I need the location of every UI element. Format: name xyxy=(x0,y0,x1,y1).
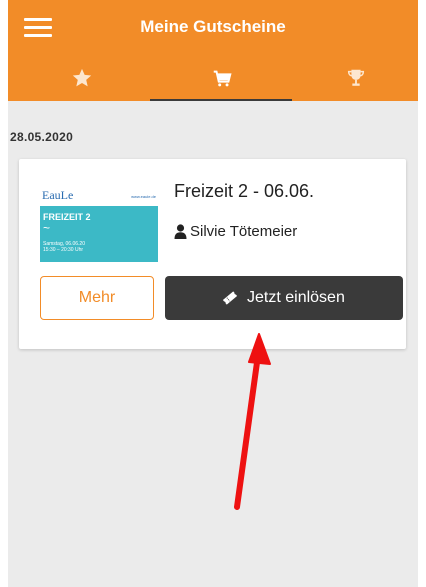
thumbnail-panel: FREIZEIT 2 ~ Samstag, 06.06.20 15:30 – 2… xyxy=(40,206,158,262)
thumbnail-wave: ~ xyxy=(43,221,51,235)
redeem-now-label: Jetzt einlösen xyxy=(247,289,345,306)
cart-icon xyxy=(213,70,232,87)
top-app-bar: Meine Gutscheine xyxy=(8,0,418,56)
tab-vouchers[interactable] xyxy=(154,56,290,101)
trophy-icon xyxy=(347,69,365,86)
thumbnail-logo: EauLe xyxy=(42,188,74,202)
more-button[interactable]: Mehr xyxy=(40,276,154,320)
app-frame: Meine Gutscheine 28.05.2020 EauLe www.ea… xyxy=(8,0,418,587)
voucher-thumbnail[interactable]: EauLe www.eaule.de FREIZEIT 2 ~ Samstag,… xyxy=(40,182,158,262)
star-icon xyxy=(72,68,92,87)
thumbnail-event-title: FREIZEIT 2 xyxy=(43,212,91,222)
thumbnail-url: www.eaule.de xyxy=(131,194,156,199)
page-title: Meine Gutscheine xyxy=(140,17,286,36)
voucher-date-header: 28.05.2020 xyxy=(10,130,74,144)
voucher-card: EauLe www.eaule.de FREIZEIT 2 ~ Samstag,… xyxy=(19,159,406,349)
thumbnail-time-line: 15:30 – 20:30 Uhr xyxy=(43,247,84,253)
voucher-owner-name: Silvie Tötemeier xyxy=(190,223,298,240)
thumbnail-schedule: Samstag, 06.06.20 15:30 – 20:30 Uhr xyxy=(43,241,85,253)
tab-rewards[interactable] xyxy=(288,56,418,101)
voucher-title: Freizeit 2 - 06.06. xyxy=(174,181,315,201)
tab-favorites[interactable] xyxy=(14,56,150,101)
person-icon xyxy=(174,224,187,239)
active-tab-indicator xyxy=(150,99,292,101)
tab-bar xyxy=(8,56,418,101)
redeem-now-button[interactable]: Jetzt einlösen xyxy=(165,276,403,320)
ticket-icon xyxy=(222,291,238,305)
